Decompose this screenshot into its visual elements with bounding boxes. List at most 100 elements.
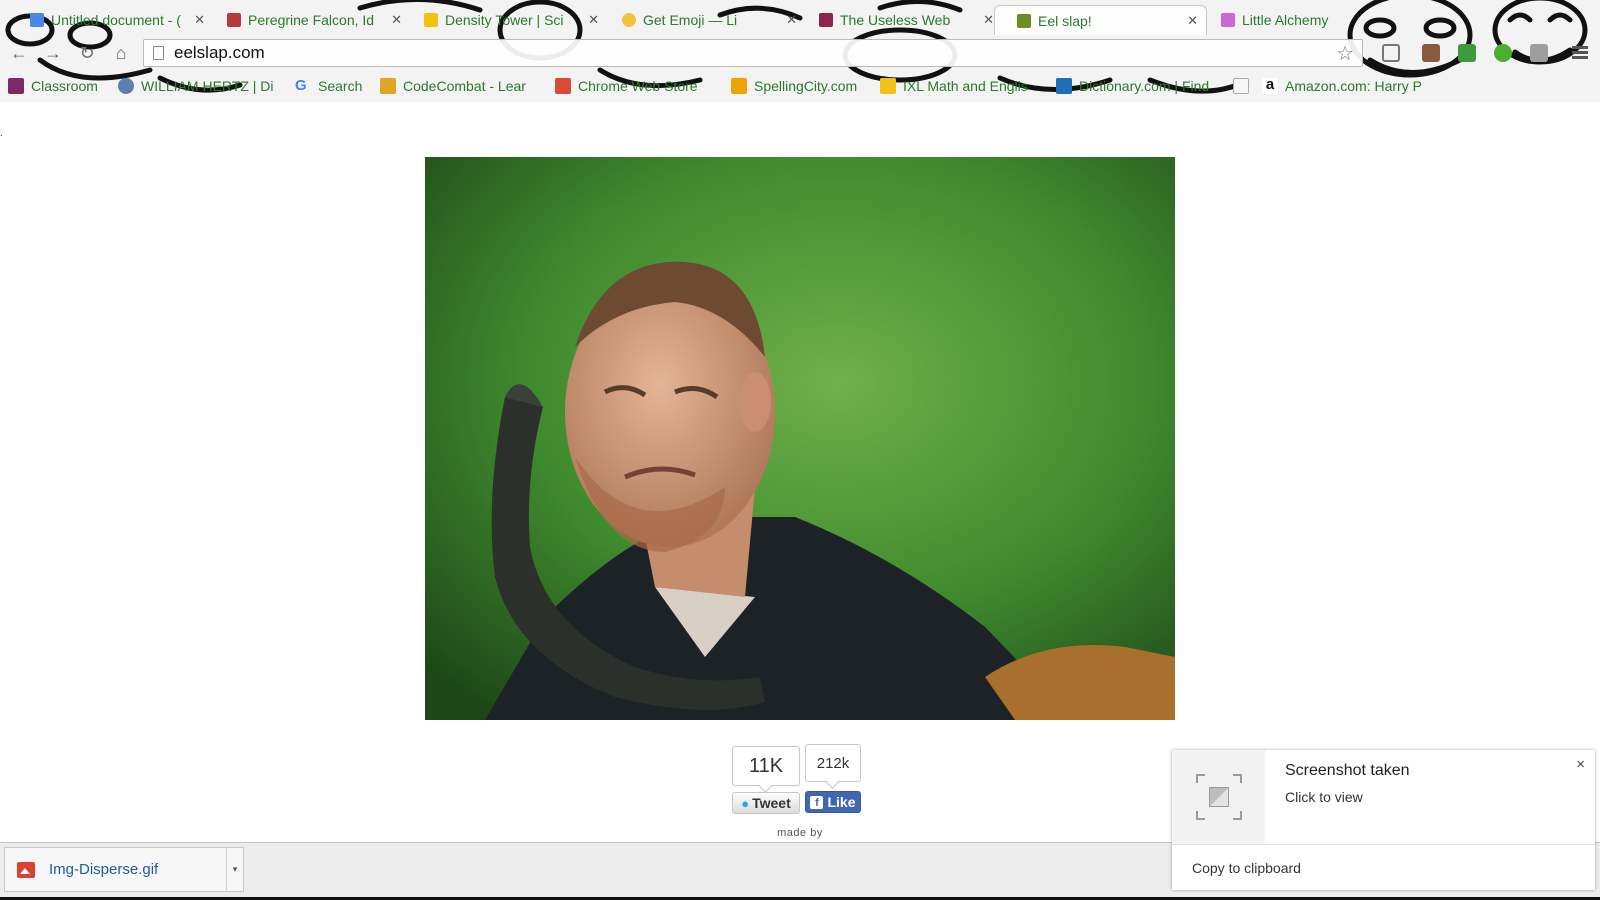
notification-icon-area bbox=[1172, 750, 1265, 844]
download-item[interactable]: Img-Disperse.gif ▾ bbox=[4, 847, 244, 892]
arrow-right-icon: → bbox=[44, 42, 62, 63]
bookmark-label: SpellingCity.com bbox=[754, 78, 858, 94]
tab-get-emoji[interactable]: Get Emoji — Li ✕ bbox=[600, 5, 805, 35]
bookmark-label: Amazon.com: Harry P bbox=[1285, 78, 1422, 94]
chevron-down-icon[interactable]: ▾ bbox=[226, 847, 243, 892]
screenshot-notification[interactable]: Screenshot taken Click to view × Copy to… bbox=[1172, 750, 1595, 890]
slides-favicon-icon bbox=[424, 13, 438, 27]
twitter-bird-icon: ● bbox=[741, 795, 750, 811]
bookmark-classroom[interactable]: Classroom bbox=[8, 76, 108, 96]
google-icon: G bbox=[295, 77, 307, 94]
dot: . bbox=[0, 128, 3, 139]
close-icon[interactable]: ✕ bbox=[194, 12, 205, 28]
copy-to-clipboard-button[interactable]: Copy to clipboard bbox=[1172, 844, 1595, 890]
tab-label: The Useless Web bbox=[840, 12, 951, 28]
browser-chrome: Untitled document - ( ✕ Peregrine Falcon… bbox=[0, 0, 1600, 103]
close-icon[interactable]: ✕ bbox=[588, 12, 599, 28]
close-icon[interactable]: × bbox=[1576, 756, 1585, 773]
eel-slap-image bbox=[425, 157, 1175, 720]
tab-label: Untitled document - ( bbox=[51, 12, 181, 28]
forward-button[interactable]: → bbox=[42, 42, 64, 64]
bookmark-label: Chrome Web Store bbox=[578, 78, 698, 94]
home-button[interactable]: ⌂ bbox=[110, 42, 132, 64]
bookmark-label: WILLIAM HERTZ | Di bbox=[141, 78, 274, 94]
screenshot-icon bbox=[1196, 774, 1242, 820]
bookmark-dictionary[interactable]: Dictionary.com | Find bbox=[1056, 76, 1221, 96]
docs-favicon-icon bbox=[30, 13, 44, 27]
bookmark-label: Search bbox=[318, 78, 363, 94]
bookmark-label: Dictionary.com | Find bbox=[1079, 78, 1210, 94]
tab-label: Little Alchemy bbox=[1242, 12, 1329, 28]
bookmark-chrome-web-store[interactable]: Chrome Web Store bbox=[555, 76, 715, 96]
web-store-icon bbox=[555, 78, 571, 94]
codecombat-icon bbox=[380, 78, 396, 94]
close-icon[interactable]: ✕ bbox=[1187, 13, 1198, 29]
globe-icon bbox=[118, 78, 134, 94]
spellingcity-icon bbox=[731, 78, 747, 94]
page-content: . 11K 212k ● Tweet f Like made by bbox=[0, 102, 1600, 842]
back-button[interactable]: ← bbox=[8, 42, 30, 64]
flask-favicon-icon bbox=[1221, 13, 1235, 27]
tab-label: Peregrine Falcon, Id bbox=[248, 12, 375, 28]
tab-eel-slap[interactable]: Eel slap! ✕ bbox=[994, 5, 1207, 35]
reload-button[interactable]: ↻ bbox=[76, 42, 98, 64]
bookmarks-bar: Classroom WILLIAM HERTZ | Di G Search Co… bbox=[0, 71, 1600, 101]
bookmark-spellingcity[interactable]: SpellingCity.com bbox=[731, 76, 871, 96]
bookmark-label: IXL Math and Englis bbox=[903, 78, 1028, 94]
tweet-label: Tweet bbox=[752, 795, 791, 811]
bookmark-label: Classroom bbox=[31, 78, 98, 94]
url-text[interactable]: eelslap.com bbox=[174, 43, 1336, 63]
bookmark-label: CodeCombat - Lear bbox=[403, 78, 526, 94]
ixl-icon bbox=[880, 78, 896, 94]
page-icon bbox=[153, 46, 164, 60]
page-icon bbox=[1233, 78, 1249, 94]
reload-icon: ↻ bbox=[79, 42, 95, 63]
facebook-icon: f bbox=[810, 795, 824, 809]
tab-label: Get Emoji — Li bbox=[643, 12, 738, 28]
useless-web-favicon-icon bbox=[819, 13, 833, 27]
tab-label: Density Tower | Sci bbox=[445, 12, 564, 28]
bookmark-blank-page[interactable] bbox=[1233, 76, 1255, 96]
bookmark-codecombat[interactable]: CodeCombat - Lear bbox=[380, 76, 535, 96]
add-extension-icon[interactable] bbox=[1494, 44, 1512, 62]
bookmark-ixl[interactable]: IXL Math and Englis bbox=[880, 76, 1040, 96]
bookmark-amazon[interactable]: a Amazon.com: Harry P bbox=[1262, 76, 1437, 96]
tab-untitled-document[interactable]: Untitled document - ( ✕ bbox=[8, 5, 213, 35]
tab-label: Eel slap! bbox=[1038, 12, 1092, 29]
browser-toolbar: ← → ↻ ⌂ eelslap.com ☆ bbox=[0, 36, 1600, 70]
facebook-like-button[interactable]: f Like bbox=[805, 791, 861, 813]
cast-extension-icon[interactable] bbox=[1382, 44, 1400, 62]
puzzle-extension-icon[interactable] bbox=[1530, 44, 1548, 62]
tab-peregrine-falcon[interactable]: Peregrine Falcon, Id ✕ bbox=[205, 5, 410, 35]
like-count-bubble: 212k bbox=[805, 744, 861, 782]
dictionary-icon bbox=[1056, 78, 1072, 94]
close-icon[interactable]: ✕ bbox=[391, 12, 402, 28]
arrow-left-icon: ← bbox=[10, 42, 28, 63]
like-label: Like bbox=[827, 794, 856, 810]
tab-useless-web[interactable]: The Useless Web ✕ bbox=[797, 5, 1002, 35]
menu-icon[interactable] bbox=[1572, 44, 1588, 61]
tab-density-tower[interactable]: Density Tower | Sci ✕ bbox=[402, 5, 607, 35]
tweet-count-bubble: 11K bbox=[732, 746, 800, 786]
classroom-icon bbox=[8, 78, 24, 94]
like-count: 212k bbox=[816, 754, 850, 772]
home-icon: ⌂ bbox=[115, 42, 127, 63]
bookmark-search[interactable]: G Search bbox=[295, 76, 375, 96]
close-icon[interactable]: ✕ bbox=[983, 12, 994, 28]
tweet-count: 11K bbox=[748, 754, 784, 777]
classroom-extension-icon[interactable] bbox=[1458, 44, 1476, 62]
address-bar[interactable]: eelslap.com ☆ bbox=[143, 39, 1363, 67]
download-filename[interactable]: Img-Disperse.gif bbox=[49, 861, 226, 878]
tab-little-alchemy[interactable]: Little Alchemy bbox=[1199, 5, 1349, 35]
close-icon[interactable]: ✕ bbox=[786, 12, 797, 28]
notification-title: Screenshot taken bbox=[1285, 762, 1410, 779]
eel-slap-video[interactable] bbox=[425, 157, 1175, 720]
star-icon[interactable]: ☆ bbox=[1336, 41, 1354, 66]
emoji-favicon-icon bbox=[622, 13, 636, 27]
amazon-icon: a bbox=[1262, 77, 1278, 94]
profile-extension-icon[interactable] bbox=[1422, 44, 1440, 62]
tweet-button[interactable]: ● Tweet bbox=[732, 792, 800, 814]
bookmark-william-hertz[interactable]: WILLIAM HERTZ | Di bbox=[118, 76, 278, 96]
tab-strip: Untitled document - ( ✕ Peregrine Falcon… bbox=[0, 3, 1600, 35]
notification-subtitle[interactable]: Click to view bbox=[1285, 789, 1363, 805]
